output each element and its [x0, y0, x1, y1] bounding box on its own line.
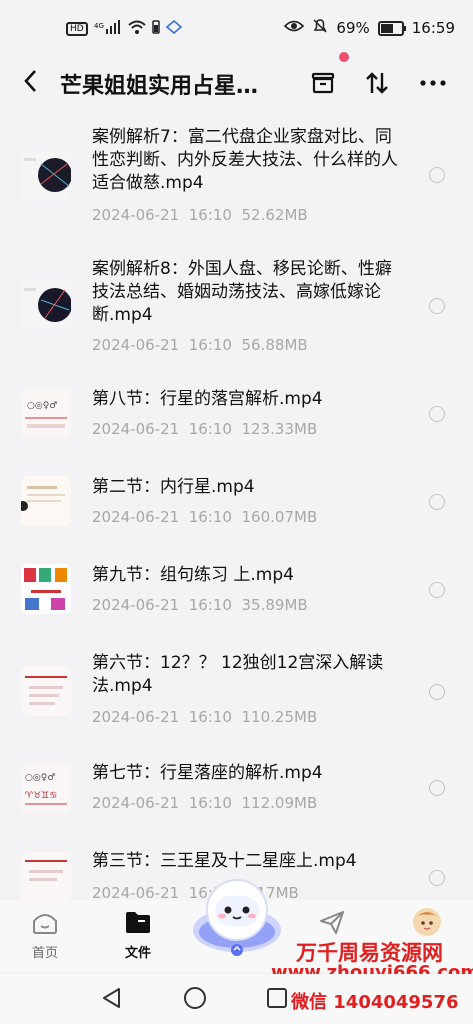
nav-home[interactable]: 首页 [5, 900, 85, 961]
send-icon [320, 911, 344, 934]
svg-text:○◎♀♂: ○◎♀♂ [27, 401, 57, 411]
transfer-list-button[interactable] [305, 66, 341, 100]
file-name: 第九节：组句练习 上.mp4 [92, 565, 294, 585]
select-radio[interactable] [429, 582, 445, 598]
mascot-icon [193, 879, 281, 956]
select-radio[interactable] [429, 167, 445, 183]
back-button[interactable] [22, 68, 38, 99]
video-thumbnail [21, 150, 71, 200]
select-radio[interactable] [429, 870, 445, 886]
select-radio[interactable] [429, 684, 445, 700]
list-item[interactable]: 案例解析8：外国人盘、移民论断、性癖技法总结、婚姻动荡技法、高嫁低嫁论断.mp4… [0, 250, 473, 368]
home-icon [33, 914, 57, 934]
file-name: 第七节：行星落座的解析.mp4 [92, 763, 323, 783]
file-meta: 2024-06-21 16:10 160.07MB [92, 508, 318, 526]
mascot-assistant-button[interactable] [189, 870, 285, 966]
video-thumbnail [21, 280, 71, 330]
square-recents-icon [267, 988, 287, 1008]
sort-icon [366, 72, 388, 94]
file-name: 第八节：行星的落宫解析.mp4 [92, 389, 323, 409]
more-button[interactable] [415, 66, 451, 100]
nav-share[interactable] [292, 900, 372, 942]
file-meta: 2024-06-21 16:10 52.62MB [92, 206, 308, 224]
top-bar: 芒果姐姐实用占星… [0, 60, 473, 104]
file-name: 案例解析7：富二代盘企业家盘对比、同性恋判断、内外反差大技法、什么样的人适合做慈… [92, 127, 398, 193]
triangle-back-icon [103, 988, 120, 1008]
file-meta: 2024-06-21 16:10 123.33MB [92, 420, 318, 438]
list-item[interactable]: ○◎♀♂ 第八节：行星的落宫解析.mp4 2024-06-21 16:10 12… [0, 378, 473, 454]
signal-icon: 4G [94, 20, 122, 37]
file-meta: 2024-06-21 16:10 112.09MB [92, 794, 318, 812]
video-thumbnail [21, 564, 71, 614]
notification-dot [339, 52, 349, 62]
system-home-button[interactable] [183, 986, 207, 1014]
sort-button[interactable] [359, 66, 395, 100]
app-notification-icon [165, 19, 182, 37]
video-thumbnail [21, 852, 71, 902]
nav-files[interactable]: 文件 [98, 900, 178, 961]
select-radio[interactable] [429, 406, 445, 422]
video-thumbnail: ○◎♀♂ ♈♉♊♋ [21, 764, 71, 814]
select-radio[interactable] [429, 494, 445, 510]
avatar [413, 908, 441, 936]
system-back-button[interactable] [100, 986, 122, 1014]
file-name: 第二节：内行星.mp4 [92, 477, 255, 497]
svg-text:○◎♀♂: ○◎♀♂ [25, 773, 55, 783]
clock: 16:59 [411, 19, 455, 37]
svg-text:♈♉♊♋: ♈♉♊♋ [25, 791, 57, 801]
file-name: 案例解析8：外国人盘、移民论断、性癖技法总结、婚姻动荡技法、高嫁低嫁论断.mp4 [92, 259, 392, 325]
folder-icon [126, 912, 150, 933]
nav-files-label: 文件 [124, 946, 151, 961]
svg-text:4G: 4G [94, 22, 104, 30]
file-name: 第六节：12？？ 12独创12宫深入解读法.mp4 [92, 653, 384, 696]
select-radio[interactable] [429, 298, 445, 314]
chevron-left-icon [24, 70, 36, 92]
video-thumbnail: ○◎♀♂ [21, 388, 71, 438]
list-item[interactable]: ○◎♀♂ ♈♉♊♋ 第七节：行星落座的解析.mp4 2024-06-21 16:1… [0, 752, 473, 828]
circle-home-icon [184, 987, 206, 1009]
nav-home-label: 首页 [31, 946, 58, 961]
mute-bell-icon [312, 18, 328, 38]
battery-percent: 69% [336, 19, 370, 37]
nav-profile[interactable] [387, 900, 467, 942]
status-bar: HD 4G 69% 16:59 [0, 0, 473, 60]
watermark-line-3: 微信 1404049576 [291, 992, 459, 1013]
file-meta: 2024-06-21 16:10 35.89MB [92, 596, 308, 614]
page-title: 芒果姐姐实用占星… [60, 74, 259, 99]
battery-small-icon [151, 20, 160, 37]
system-recents-button[interactable] [266, 987, 288, 1013]
list-item[interactable]: 案例解析7：富二代盘企业家盘对比、同性恋判断、内外反差大技法、什么样的人适合做慈… [0, 118, 473, 238]
list-item[interactable]: 第二节：内行星.mp4 2024-06-21 16:10 160.07MB [0, 466, 473, 542]
video-thumbnail [21, 476, 71, 526]
file-meta: 2024-06-21 16:10 110.25MB [92, 708, 318, 726]
list-item[interactable]: 第六节：12？？ 12独创12宫深入解读法.mp4 2024-06-21 16:… [0, 642, 473, 742]
list-item[interactable]: 第九节：组句练习 上.mp4 2024-06-21 16:10 35.89MB [0, 554, 473, 630]
wifi-icon [128, 20, 146, 37]
video-thumbnail [21, 666, 71, 716]
file-meta: 2024-06-21 16:10 56.88MB [92, 336, 308, 354]
status-right: 69% 16:59 [284, 18, 455, 38]
more-icon [420, 80, 446, 86]
eye-icon [284, 19, 305, 37]
hd-badge: HD [66, 21, 88, 36]
inbox-icon [311, 72, 335, 94]
battery-icon [377, 20, 406, 36]
select-radio[interactable] [429, 780, 445, 796]
status-left: HD 4G [66, 19, 182, 37]
